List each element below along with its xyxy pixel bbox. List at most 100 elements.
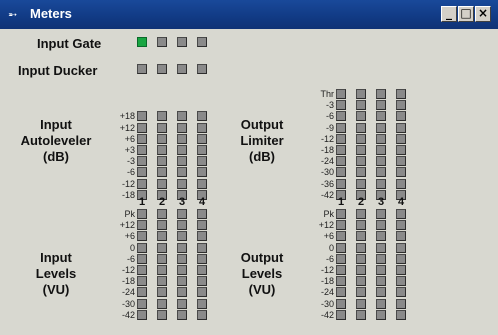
output-limiter-led	[336, 89, 346, 99]
output-limiter-tick-label: -12	[320, 134, 334, 144]
output-levels-led	[376, 265, 386, 275]
output-levels-led	[376, 299, 386, 309]
input-autoleveler-tick-label: -18	[121, 190, 135, 200]
window-title: Meters	[30, 6, 72, 21]
input-levels-tick-label: +6	[124, 231, 135, 241]
output-limiter-led	[376, 134, 386, 144]
input-levels-led	[157, 287, 167, 297]
input-autoleveler-led	[177, 145, 187, 155]
input-autoleveler-tick-label: +6	[124, 134, 135, 144]
input-gate-led-3	[177, 37, 187, 47]
output-levels-led	[396, 287, 406, 297]
input-autoleveler-led	[157, 123, 167, 133]
output-limiter-tick-label: Thr	[320, 89, 335, 99]
input-autoleveler-tick-label: -12	[121, 179, 135, 189]
input-autoleveler-led	[157, 156, 167, 166]
output-levels-led	[356, 299, 366, 309]
output-limiter-led	[336, 179, 346, 189]
output-limiter-led	[356, 123, 366, 133]
input-autoleveler-led	[137, 179, 147, 189]
output-limiter-led	[396, 167, 406, 177]
input-autoleveler-led	[137, 123, 147, 133]
output-levels-led	[376, 276, 386, 286]
output-levels-led	[376, 243, 386, 253]
input-levels-led	[157, 276, 167, 286]
input-channel-3: 3	[178, 196, 186, 208]
input-autoleveler-led	[177, 123, 187, 133]
input-channel-2: 2	[158, 196, 166, 208]
output-levels-led	[336, 220, 346, 230]
input-levels-led	[157, 299, 167, 309]
output-levels-led	[396, 299, 406, 309]
input-levels-led	[197, 287, 207, 297]
output-levels-led	[336, 265, 346, 275]
input-autoleveler-led	[197, 145, 207, 155]
output-levels-led	[356, 265, 366, 275]
output-levels-label-line3: (VU)	[248, 282, 276, 297]
input-levels-led	[137, 299, 147, 309]
output-limiter-led	[336, 123, 346, 133]
input-ducker-led-4	[197, 64, 207, 74]
output-levels-led	[356, 231, 366, 241]
input-levels-led	[157, 231, 167, 241]
output-levels-led	[336, 287, 346, 297]
output-limiter-led	[396, 89, 406, 99]
output-levels-tick-label: -30	[320, 299, 334, 309]
output-limiter-tick-label: -30	[320, 167, 334, 177]
maximize-button[interactable]: □	[458, 6, 474, 22]
input-autoleveler-led	[157, 145, 167, 155]
output-limiter-label-line1: Output	[240, 117, 284, 132]
output-levels-led	[376, 287, 386, 297]
output-levels-led	[336, 243, 346, 253]
output-limiter-tick-label: -6	[325, 111, 334, 121]
output-limiter-led	[396, 123, 406, 133]
input-autoleveler-tick-label: +18	[119, 111, 135, 121]
output-limiter-led	[396, 111, 406, 121]
input-levels-led	[197, 254, 207, 264]
output-limiter-led	[376, 156, 386, 166]
input-autoleveler-label: Input Autoleveler (dB)	[6, 117, 106, 165]
output-levels-led	[396, 209, 406, 219]
output-levels-led	[396, 276, 406, 286]
output-limiter-tick-label: -24	[320, 156, 334, 166]
input-levels-label-line1: Input	[40, 250, 72, 265]
output-levels-led	[376, 254, 386, 264]
input-levels-tick-label: -24	[121, 287, 135, 297]
output-levels-tick-label: 0	[328, 243, 334, 253]
output-levels-led	[396, 220, 406, 230]
input-autoleveler-led	[157, 167, 167, 177]
output-limiter-tick-label: -42	[320, 190, 334, 200]
output-levels-led	[336, 310, 346, 320]
input-levels-led	[197, 265, 207, 275]
output-levels-led	[396, 310, 406, 320]
input-levels-label: Input Levels (VU)	[6, 250, 106, 298]
input-levels-led	[137, 254, 147, 264]
input-autoleveler-led	[137, 167, 147, 177]
minimize-button[interactable]: _	[441, 6, 457, 22]
title-bar[interactable]: ➵ Meters _ □ ×	[0, 0, 498, 29]
input-levels-led	[177, 265, 187, 275]
output-limiter-led	[376, 111, 386, 121]
output-levels-led	[396, 243, 406, 253]
output-limiter-led	[376, 179, 386, 189]
input-levels-led	[157, 254, 167, 264]
input-autoleveler-led	[137, 134, 147, 144]
output-levels-tick-label: Pk	[323, 209, 334, 219]
close-button[interactable]: ×	[475, 6, 491, 22]
output-limiter-led	[336, 145, 346, 155]
input-levels-led	[197, 243, 207, 253]
input-levels-led	[177, 209, 187, 219]
meters-window-icon: ➵	[8, 8, 18, 21]
output-limiter-led	[376, 100, 386, 110]
input-levels-led	[157, 310, 167, 320]
input-autoleveler-led	[197, 111, 207, 121]
output-levels-led	[356, 209, 366, 219]
input-gate-led-4	[197, 37, 207, 47]
output-limiter-led	[396, 100, 406, 110]
input-ducker-led-3	[177, 64, 187, 74]
input-channel-1: 1	[138, 196, 146, 208]
input-autoleveler-led	[137, 145, 147, 155]
input-autoleveler-led	[177, 156, 187, 166]
input-levels-led	[197, 209, 207, 219]
input-autoleveler-led	[197, 134, 207, 144]
